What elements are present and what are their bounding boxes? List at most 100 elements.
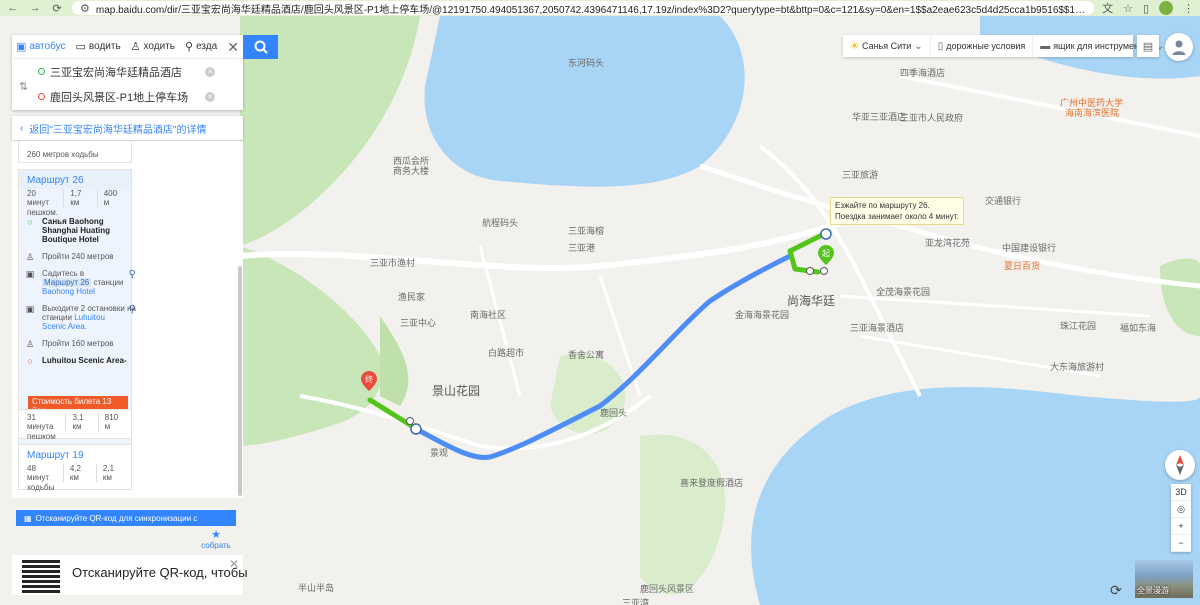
chat-icon: ▤	[1142, 40, 1154, 53]
car-icon: ▭	[75, 41, 86, 53]
bus-icon: ▣	[25, 269, 35, 279]
close-icon[interactable]: ✕	[229, 557, 239, 571]
profile-avatar[interactable]	[1159, 1, 1173, 15]
map-label: 大东海旅游村	[1050, 362, 1105, 372]
tab-bus[interactable]: ▣ автобус	[16, 40, 66, 53]
reload-icon[interactable]: ⟳	[50, 2, 64, 15]
map-label: 鹿回头风景区	[640, 584, 695, 594]
traffic-light-icon: ▯	[937, 40, 944, 52]
map-label: 东河码头	[568, 58, 605, 68]
toolbox-icon: ▬	[1040, 40, 1051, 52]
end-pin[interactable]: 终	[361, 371, 377, 391]
bus-icon: ▣	[16, 41, 27, 53]
qr-promo-text: Отсканируйте QR-код, чтобы	[72, 565, 248, 580]
boarding-stop[interactable]: Baohong Hotel	[42, 287, 136, 296]
compass-button[interactable]	[1165, 450, 1195, 480]
map-label: 渔民家	[398, 292, 426, 302]
tab-walk[interactable]: ♙ ходить	[131, 40, 175, 53]
step-start-name: Санья Baohong Shanghai Huating Boutique …	[42, 217, 110, 244]
map-pin-icon[interactable]: ⚲	[129, 304, 136, 315]
bike-icon: ⚲	[185, 41, 194, 53]
collect-button[interactable]: ★ собрать	[195, 528, 237, 550]
chevron-left-icon: ‹	[20, 122, 24, 134]
map-label: 华亚三亚酒店	[852, 112, 907, 122]
back-arrow-icon[interactable]: ←	[6, 2, 20, 14]
end-field[interactable]: 鹿回头风景区-P1地上停车场 ×	[12, 84, 243, 109]
map-label: 夏日百货	[1004, 261, 1041, 271]
step-board-text: Садитесь в	[42, 269, 85, 278]
exit-stop[interactable]: Luhuitou	[74, 313, 105, 322]
zoom-out-button[interactable]: −	[1171, 535, 1191, 552]
user-account-button[interactable]	[1165, 33, 1193, 61]
map-label: 三亚海榕	[568, 226, 605, 236]
panorama-thumbnail[interactable]: 全景漫游	[1135, 560, 1193, 598]
qr-sync-label: Отсканируйте QR-код для синхронизации с	[35, 513, 198, 523]
url-text[interactable]: map.baidu.com/dir/三亚宝宏尚海华廷精品酒店/鹿回头风景区-P1…	[96, 1, 1086, 16]
map-label: 三亚港	[568, 243, 596, 253]
start-dot-icon	[38, 68, 45, 75]
tooltip-line-1: Езжайте по маршруту 26.	[835, 201, 930, 210]
exit-stop-2[interactable]: Scenic Area.	[42, 322, 136, 331]
search-button[interactable]	[243, 35, 278, 59]
route-distance: 4,2 км	[62, 464, 90, 482]
end-field-value[interactable]: 鹿回头风景区-P1地上停车场	[50, 89, 188, 105]
route-results-list[interactable]: 260 метров ходьбы Маршрут 26 20 минут 1,…	[12, 141, 243, 498]
bookmark-star-icon[interactable]: ☆	[1123, 2, 1133, 15]
start-marker-icon: ○	[27, 217, 33, 227]
route-distance: 3,1 км	[65, 413, 91, 431]
address-bar[interactable]: ⚙ map.baidu.com/dir/三亚宝宏尚海华廷精品酒店/鹿回头风景区-…	[72, 1, 1095, 16]
route-distance: 1,7 км	[63, 189, 90, 207]
map-pin-icon[interactable]: ⚲	[129, 269, 136, 280]
site-info-icon[interactable]: ⚙	[80, 2, 90, 15]
city-selector[interactable]: ☀ Санья Сити ⌄	[843, 35, 931, 57]
route-card-title[interactable]: Маршрут 19	[19, 445, 131, 464]
qr-sync-bar[interactable]: ▦ Отсканируйте QR-код для синхронизации …	[16, 510, 236, 526]
search-icon	[254, 40, 268, 54]
route-search-panel: ▣ автобус ▭ водить ♙ ходить ⚲ езда ✕ ⇅ 三…	[12, 35, 243, 110]
forward-arrow-icon[interactable]: →	[28, 2, 42, 14]
route-walk-suffix: ходьбы	[27, 483, 55, 492]
traffic-toggle[interactable]: ▯ дорожные условия	[931, 35, 1034, 57]
close-icon[interactable]: ✕	[227, 39, 239, 56]
zoom-control: 3D ◎ + −	[1171, 484, 1191, 552]
step-destination-name: Luhuitou Scenic Area-	[42, 356, 127, 365]
menu-dots-icon[interactable]: ⋮	[1183, 2, 1194, 15]
start-field-value[interactable]: 三亚宝宏尚海华廷精品酒店	[50, 64, 182, 80]
translate-icon[interactable]: 文	[1102, 0, 1113, 16]
route-card-alt[interactable]: 31 минута 3,1 км 810 м пешком	[18, 409, 132, 441]
step-destination: ○ Luhuitou Scenic Area-	[24, 356, 136, 366]
route-card-stats: 20 минут 1,7 км 400 м	[19, 189, 131, 207]
map-label: 香舍公寓	[568, 350, 605, 360]
tab-drive[interactable]: ▭ водить	[76, 40, 121, 53]
route-time: 48 минут	[27, 464, 50, 482]
zoom-in-button[interactable]: +	[1171, 518, 1191, 535]
sidebar-icon[interactable]: ▯	[1143, 2, 1149, 15]
end-marker-icon: ○	[27, 356, 33, 366]
bus-line-tag[interactable]: Маршрут 26	[42, 278, 92, 287]
results-scrollbar[interactable]	[238, 266, 242, 496]
map-toolbar: ☀ Санья Сити ⌄ ▯ дорожные условия ▬ ящик…	[843, 35, 1164, 57]
tab-walk-label: ходить	[143, 41, 175, 52]
map-label: 白路超市	[488, 348, 525, 358]
start-field[interactable]: 三亚宝宏尚海华廷精品酒店 ×	[12, 59, 243, 84]
back-link-label[interactable]: 返回"三亚宝宏尚海华廷精品酒店"的详情	[29, 121, 206, 136]
route-card-partial[interactable]: 260 метров ходьбы	[18, 141, 132, 163]
route-card-title[interactable]: Маршрут 26	[19, 170, 131, 189]
back-to-details-link[interactable]: ‹ 返回"三亚宝宏尚海华廷精品酒店"的详情	[12, 116, 243, 140]
clear-end-icon[interactable]: ×	[205, 91, 215, 102]
station-hint: станции	[93, 278, 124, 287]
map-label: 三亚市人民政府	[900, 113, 964, 123]
map-label: 中国建设银行	[1002, 243, 1057, 253]
map-label: 半山半岛	[298, 583, 335, 593]
start-pin[interactable]: 起	[818, 245, 834, 265]
locate-button[interactable]: ◎	[1171, 501, 1191, 518]
collect-label: собрать	[201, 541, 231, 550]
clear-start-icon[interactable]: ×	[205, 66, 215, 77]
feedback-button[interactable]: ▤	[1137, 35, 1159, 57]
refresh-icon[interactable]: ⟳	[1110, 582, 1122, 599]
map-label: 三亚湾	[622, 598, 650, 605]
tab-bike[interactable]: ⚲ езда	[185, 40, 217, 53]
panorama-label: 全景漫游	[1137, 586, 1169, 595]
route-card-19[interactable]: Маршрут 19 48 минут 4,2 км 2,1 км ходьбы	[18, 444, 132, 492]
3d-toggle[interactable]: 3D	[1171, 484, 1191, 501]
